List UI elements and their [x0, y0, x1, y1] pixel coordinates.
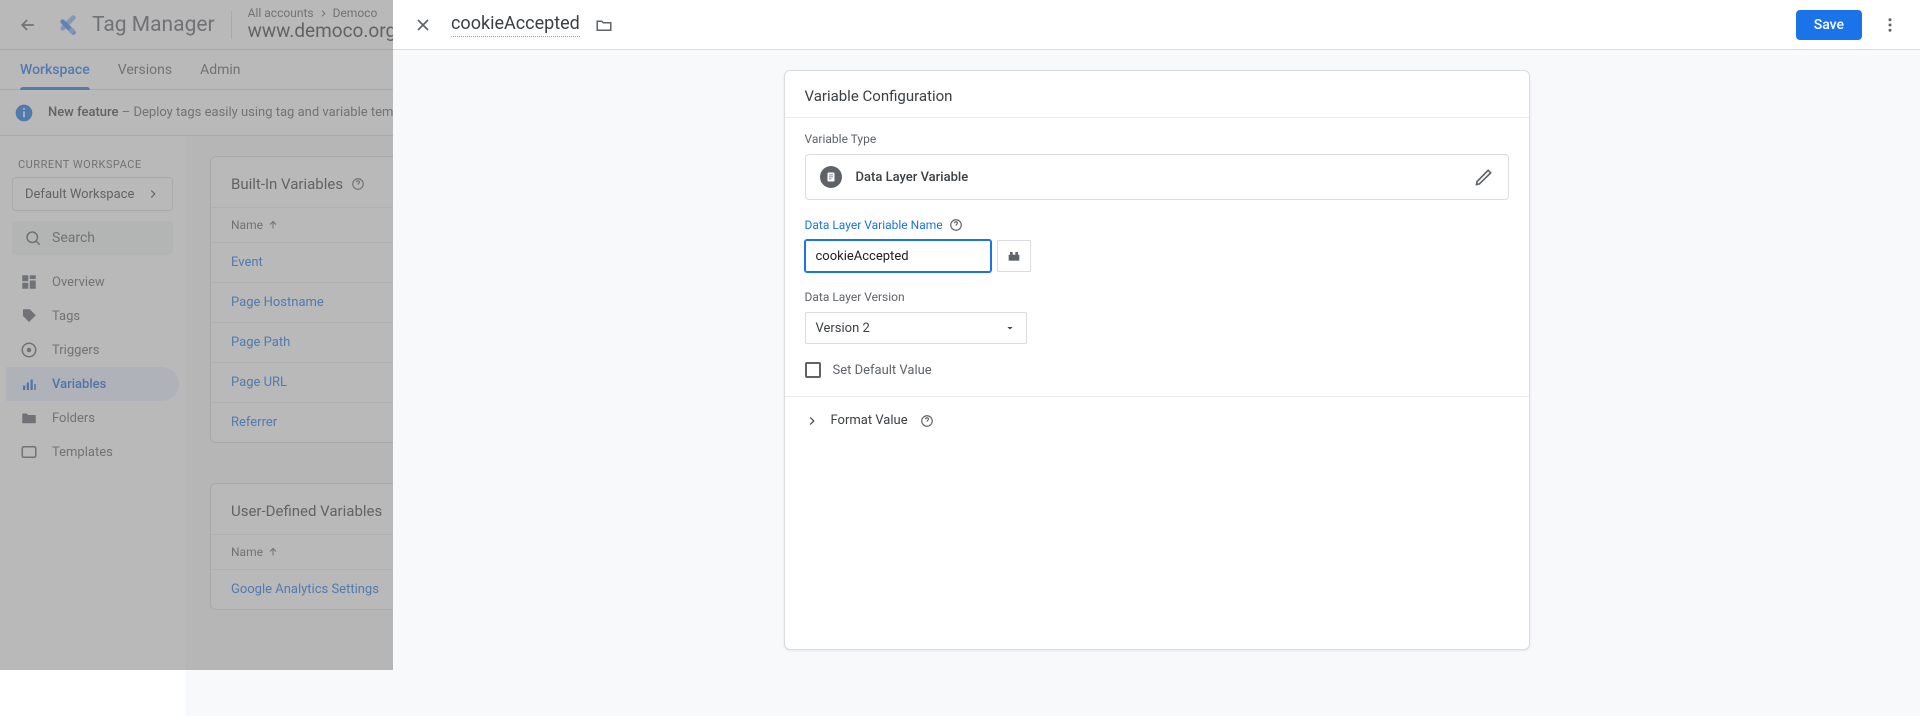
- search-icon: [24, 229, 42, 247]
- variable-picker-button[interactable]: [997, 240, 1031, 272]
- set-default-value-checkbox[interactable]: Set Default Value: [805, 362, 1509, 378]
- variable-title[interactable]: cookieAccepted: [451, 13, 580, 37]
- help-icon[interactable]: [351, 177, 365, 191]
- variables-icon: [20, 375, 38, 393]
- more-menu-button[interactable]: [1870, 5, 1910, 45]
- tab-admin[interactable]: Admin: [200, 50, 240, 89]
- chevron-right-icon: [318, 8, 329, 19]
- arrow-up-icon: [267, 219, 279, 231]
- container-name: www.democo.org: [248, 20, 397, 43]
- close-icon: [413, 15, 433, 35]
- format-value-label: Format Value: [831, 413, 908, 428]
- sidebar-item-tags[interactable]: Tags: [6, 299, 179, 333]
- sidebar-item-triggers[interactable]: Triggers: [6, 333, 179, 367]
- divider: [231, 11, 232, 39]
- tag-manager-logo-icon: [52, 11, 80, 39]
- close-button[interactable]: [403, 5, 443, 45]
- folder-icon: [595, 16, 613, 34]
- sidebar-item-label: Overview: [52, 275, 105, 290]
- folder-icon: [20, 409, 38, 427]
- arrow-left-icon: [18, 15, 38, 35]
- workspace-selector[interactable]: Default Workspace: [12, 177, 173, 211]
- pencil-icon[interactable]: [1474, 167, 1494, 187]
- dlv-name-input[interactable]: [805, 240, 991, 272]
- breadcrumb[interactable]: All accounts Democo: [248, 6, 415, 20]
- checkbox-icon: [805, 362, 821, 378]
- tag-icon: [20, 307, 38, 325]
- column-header-name[interactable]: Name: [231, 218, 263, 232]
- tab-versions[interactable]: Versions: [118, 50, 172, 89]
- chevron-right-icon: [805, 414, 819, 428]
- card-title: User-Defined Variables: [231, 502, 382, 520]
- format-value-toggle[interactable]: Format Value: [785, 396, 1529, 444]
- variable-configuration-card: Variable Configuration Variable Type Dat…: [784, 70, 1530, 650]
- column-header-name[interactable]: Name: [231, 545, 263, 559]
- variable-type-selector[interactable]: Data Layer Variable: [805, 154, 1509, 200]
- brand: Tag Manager: [52, 11, 215, 39]
- sidebar-item-label: Triggers: [52, 343, 99, 358]
- more-vert-icon: [1881, 16, 1899, 34]
- search-input[interactable]: Search: [12, 221, 173, 255]
- sidebar-item-overview[interactable]: Overview: [6, 265, 179, 299]
- variable-type-value: Data Layer Variable: [856, 170, 1460, 185]
- tab-workspace[interactable]: Workspace: [20, 50, 90, 89]
- checkbox-label: Set Default Value: [833, 363, 932, 378]
- dlv-version-label: Data Layer Version: [805, 290, 1509, 304]
- select-value: Version 2: [816, 321, 870, 336]
- variable-editor-panel: cookieAccepted Save Variable Configurati…: [393, 0, 1920, 670]
- help-icon[interactable]: [949, 218, 963, 232]
- save-button[interactable]: Save: [1796, 10, 1862, 40]
- sidebar-item-label: Folders: [52, 411, 95, 426]
- card-title: Built-In Variables: [231, 175, 343, 193]
- container-selector[interactable]: www.democo.org: [248, 20, 415, 43]
- search-placeholder: Search: [52, 230, 95, 246]
- chevron-right-icon: [146, 187, 160, 201]
- sidebar-item-templates[interactable]: Templates: [6, 435, 179, 469]
- folder-picker-button[interactable]: [588, 9, 620, 41]
- sidebar-item-label: Tags: [52, 309, 80, 324]
- lego-brick-icon: [1006, 248, 1022, 264]
- variable-type-label: Variable Type: [805, 132, 1509, 146]
- product-name: Tag Manager: [92, 13, 215, 37]
- breadcrumb-account: Democo: [333, 6, 378, 20]
- caret-down-icon: [1004, 322, 1016, 334]
- sidebar-item-label: Variables: [52, 377, 106, 392]
- data-layer-icon: [820, 166, 842, 188]
- dashboard-icon: [20, 273, 38, 291]
- arrow-up-icon: [267, 546, 279, 558]
- dlv-name-label: Data Layer Variable Name: [805, 218, 1509, 232]
- trigger-icon: [20, 341, 38, 359]
- info-icon: [14, 103, 34, 123]
- config-card-title: Variable Configuration: [785, 71, 1529, 117]
- help-icon[interactable]: [920, 414, 934, 428]
- breadcrumb-root: All accounts: [248, 6, 314, 20]
- sidebar-item-variables[interactable]: Variables: [6, 367, 179, 401]
- sidebar-item-label: Templates: [52, 445, 113, 460]
- sidebar-item-folders[interactable]: Folders: [6, 401, 179, 435]
- template-icon: [20, 443, 38, 461]
- dlv-version-select[interactable]: Version 2: [805, 312, 1027, 344]
- back-button[interactable]: [8, 5, 48, 45]
- workspace-name: Default Workspace: [25, 187, 134, 202]
- workspace-section-label: CURRENT WORKSPACE: [6, 144, 179, 177]
